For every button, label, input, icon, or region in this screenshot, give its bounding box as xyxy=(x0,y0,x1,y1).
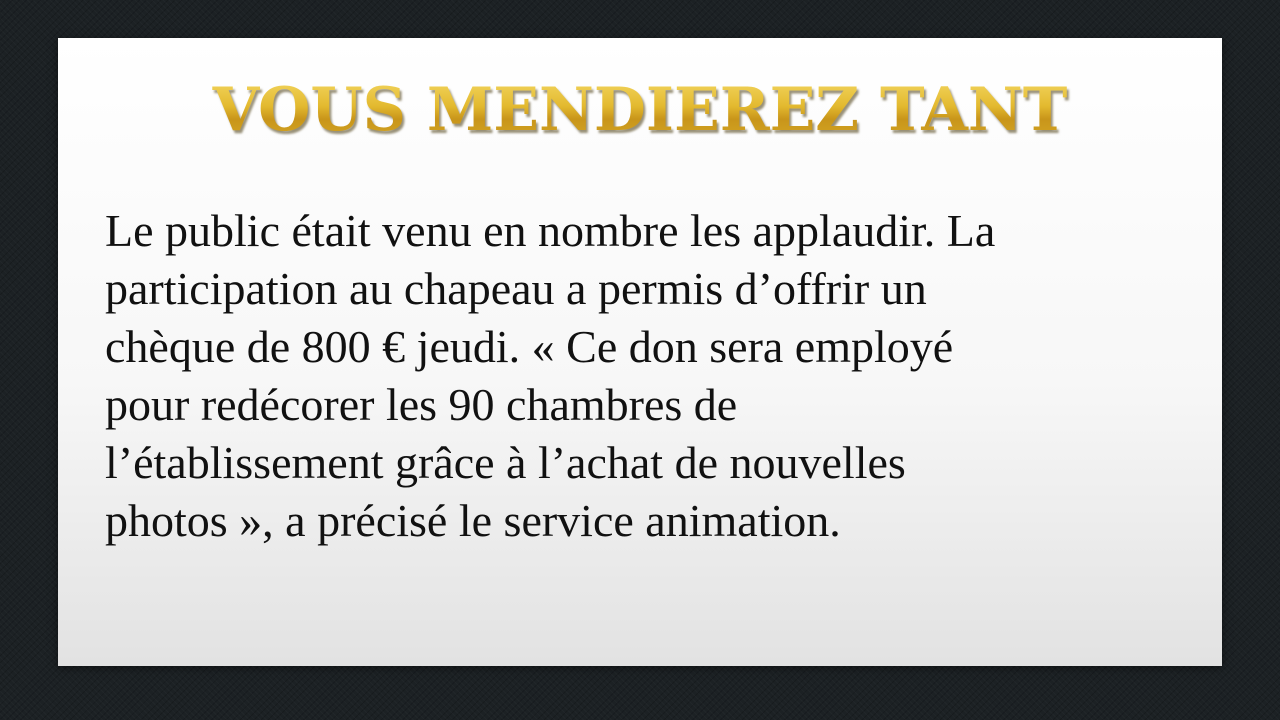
body-line: photos », a précisé le service animation… xyxy=(105,495,841,546)
body-line: participation au chapeau a permis d’offr… xyxy=(105,263,927,314)
slide-body-text: Le public était venu en nombre les appla… xyxy=(105,202,1205,550)
slide-card: VOUS MENDIEREZ TANT Le public était venu… xyxy=(58,38,1222,666)
body-line: chèque de 800 € jeudi. « Ce don sera emp… xyxy=(105,321,954,372)
body-line: l’établissement grâce à l’achat de nouve… xyxy=(105,437,906,488)
body-line: pour redécorer les 90 chambres de xyxy=(105,379,738,430)
body-line: Le public était venu en nombre les appla… xyxy=(105,205,996,256)
slide-title: VOUS MENDIEREZ TANT xyxy=(58,72,1222,148)
